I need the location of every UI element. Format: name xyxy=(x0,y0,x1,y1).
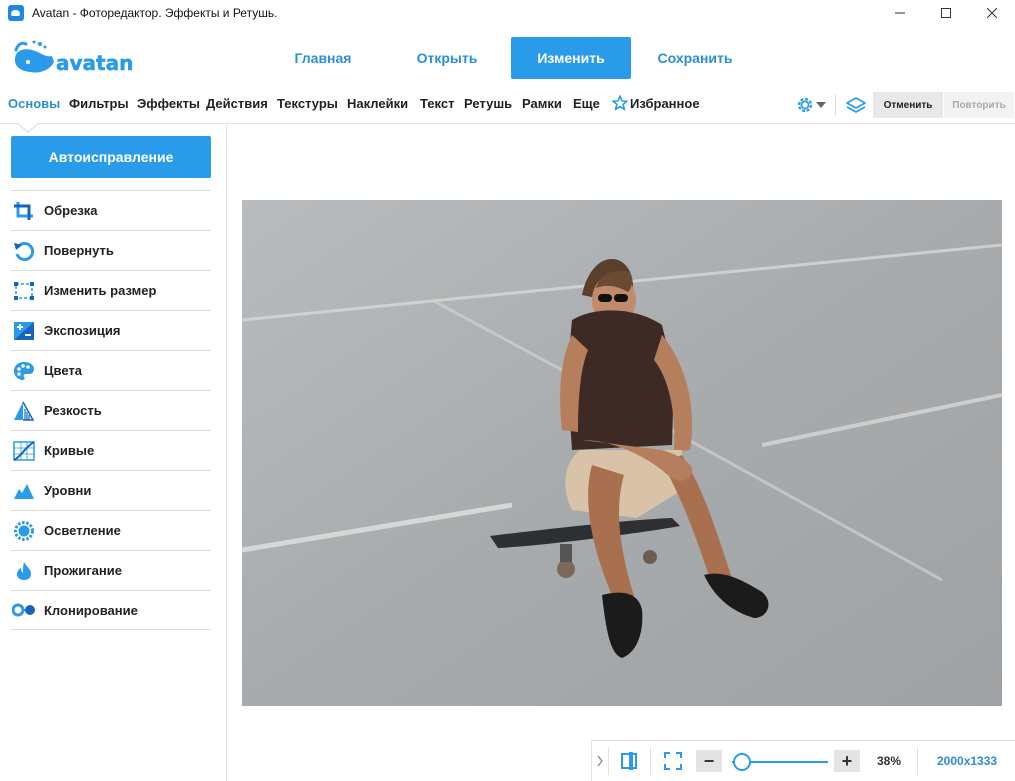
curves-icon xyxy=(12,440,36,462)
divider xyxy=(650,747,651,775)
tab-stickers[interactable]: Наклейки xyxy=(347,96,408,111)
tool-label: Цвета xyxy=(44,363,82,378)
tab-actions[interactable]: Действия xyxy=(206,96,268,111)
rotate-icon xyxy=(12,240,36,262)
crop-icon xyxy=(12,200,36,222)
app-icon xyxy=(8,5,24,21)
fit-screen-icon[interactable] xyxy=(664,752,682,770)
divider xyxy=(917,747,918,775)
gear-icon[interactable] xyxy=(796,96,814,114)
tool-label: Кривые xyxy=(44,443,95,458)
chevron-down-icon[interactable] xyxy=(816,102,826,108)
photo-preview[interactable] xyxy=(242,200,1002,706)
tool-list: Обрезка Повернуть Изменить размер Экспоз… xyxy=(11,190,211,630)
exposure-icon xyxy=(12,320,36,342)
tool-clone[interactable]: Клонирование xyxy=(11,590,211,630)
image-dimensions: 2000x1333 xyxy=(937,754,998,768)
window-controls xyxy=(877,0,1015,26)
mode-edit-button[interactable]: Изменить xyxy=(511,37,631,79)
close-icon xyxy=(987,8,997,18)
tab-filters[interactable]: Фильтры xyxy=(69,96,129,111)
sharpness-icon xyxy=(12,400,36,422)
tool-curves[interactable]: Кривые xyxy=(11,430,211,470)
tool-label: Клонирование xyxy=(44,602,138,618)
tool-exposure[interactable]: Экспозиция xyxy=(11,310,211,350)
tool-label: Резкость xyxy=(44,403,102,418)
tool-crop[interactable]: Обрезка xyxy=(11,190,211,230)
tool-brighten[interactable]: Осветление xyxy=(11,510,211,550)
tool-label: Осветление xyxy=(44,523,121,538)
tool-levels[interactable]: Уровни xyxy=(11,470,211,510)
tab-text[interactable]: Текст xyxy=(420,96,454,111)
tool-label: Уровни xyxy=(44,483,92,498)
undo-button[interactable]: Отменить xyxy=(873,92,943,118)
layers-icon[interactable] xyxy=(846,96,866,114)
top-navigation: avatan Главная Открыть Изменить Сохранит… xyxy=(0,26,1015,88)
zoom-toolbar: − + 38% 2000x1333 xyxy=(591,740,1015,781)
minimize-icon xyxy=(895,12,905,14)
tab-more[interactable]: Еще xyxy=(573,96,600,111)
tab-textures[interactable]: Текстуры xyxy=(277,96,338,111)
redo-button[interactable]: Повторить xyxy=(944,92,1014,118)
palette-icon xyxy=(12,360,36,382)
brighten-icon xyxy=(12,520,36,542)
window-title: Avatan - Фотоpедактор. Эффекты и Ретушь. xyxy=(32,6,278,20)
resize-icon xyxy=(12,280,36,302)
tools-sidebar: Автоисправление Обрезка Повернуть Измени… xyxy=(0,125,227,781)
tab-retouch[interactable]: Ретушь xyxy=(464,96,512,111)
zoom-in-button[interactable]: + xyxy=(834,750,860,772)
tool-sharpness[interactable]: Резкость xyxy=(11,390,211,430)
tool-resize[interactable]: Изменить размер xyxy=(11,270,211,310)
compare-split-icon[interactable] xyxy=(620,751,638,771)
tool-burn[interactable]: Прожигание xyxy=(11,550,211,590)
minimize-button[interactable] xyxy=(877,0,923,26)
avatan-logo: avatan xyxy=(14,40,134,75)
close-button[interactable] xyxy=(969,0,1015,26)
maximize-button[interactable] xyxy=(923,0,969,26)
tool-rotate[interactable]: Повернуть xyxy=(11,230,211,270)
tab-favorites[interactable]: Избранное xyxy=(630,96,700,111)
burn-icon xyxy=(12,560,36,582)
divider xyxy=(608,747,609,775)
tool-label: Повернуть xyxy=(44,243,114,258)
clone-icon xyxy=(12,599,36,621)
tab-effects[interactable]: Эффекты xyxy=(137,96,200,111)
tab-basics[interactable]: Основы xyxy=(8,96,60,111)
star-icon[interactable] xyxy=(612,95,628,111)
auto-fix-button[interactable]: Автоисправление xyxy=(11,136,211,178)
toolbar-divider xyxy=(835,94,836,116)
tool-colors[interactable]: Цвета xyxy=(11,350,211,390)
tab-frames[interactable]: Рамки xyxy=(522,96,562,111)
zoom-out-button[interactable]: − xyxy=(696,750,722,772)
logo-text: avatan xyxy=(56,51,133,75)
levels-icon xyxy=(12,480,36,502)
chevron-right-icon[interactable] xyxy=(596,754,604,768)
tool-label: Экспозиция xyxy=(44,323,121,338)
mode-open-button[interactable]: Открыть xyxy=(387,37,507,79)
maximize-icon xyxy=(941,8,951,18)
mode-save-button[interactable]: Сохранить xyxy=(635,37,755,79)
tool-label: Обрезка xyxy=(44,203,98,218)
zoom-level: 38% xyxy=(877,754,902,768)
zoom-slider-thumb[interactable] xyxy=(733,753,751,771)
title-bar: Avatan - Фотоpедактор. Эффекты и Ретушь. xyxy=(0,0,1015,26)
tool-label: Прожигание xyxy=(44,563,122,578)
tool-label: Изменить размер xyxy=(44,283,157,298)
mode-home-button[interactable]: Главная xyxy=(263,37,383,79)
